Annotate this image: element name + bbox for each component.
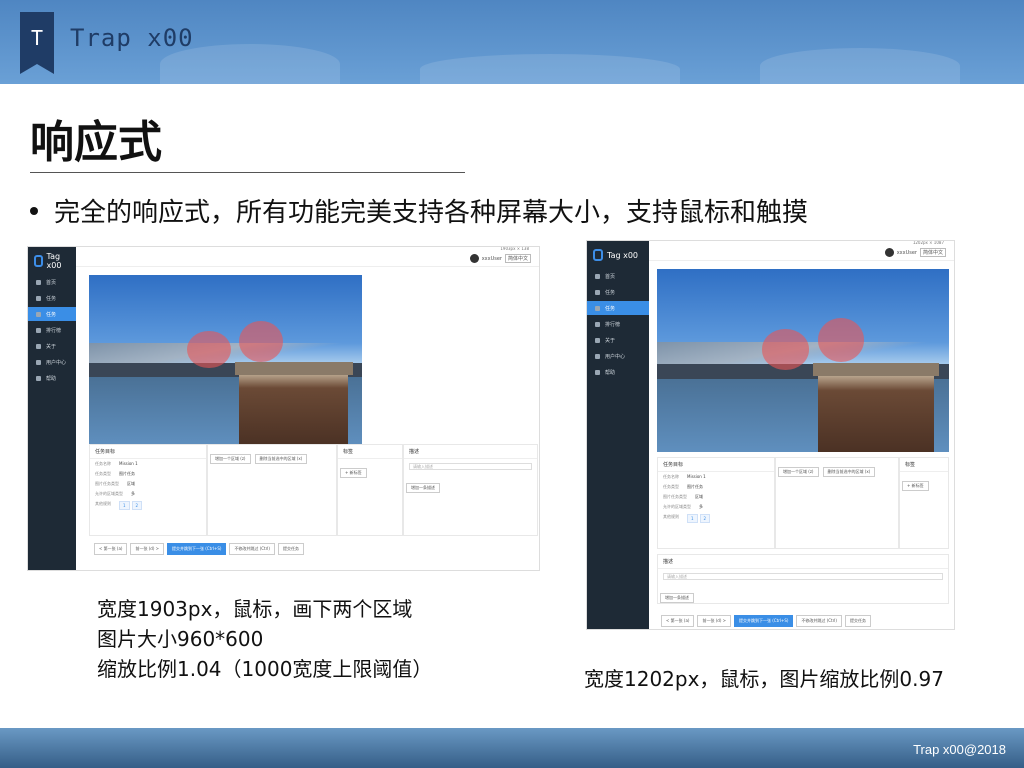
screenshot-narrow: Tag x00 首页 任务 任务 排行榜 关于 用户中心 帮助 1202px ×… — [586, 240, 955, 630]
action-bar: < 第一张 (a) 前一张 (d) > 提交并跳到下一张 (Ctrl+S) 不修… — [94, 543, 304, 555]
menu-item[interactable]: 用户中心 — [28, 355, 76, 369]
user-menu[interactable]: xxxUser 简体中文 — [469, 254, 531, 263]
add-tag-button[interactable]: + 新标签 — [902, 481, 929, 491]
task-icon — [36, 295, 41, 301]
about-icon — [36, 343, 41, 349]
bullet-point: 完全的响应式，所有功能完美支持各种屏幕大小，支持鼠标和触摸 — [30, 192, 808, 229]
submit-task-button[interactable]: 提交任务 — [277, 543, 304, 555]
menu-item[interactable]: 首页 — [28, 275, 76, 289]
menu-item[interactable]: 用户中心 — [587, 349, 649, 363]
delete-region-button[interactable]: 删除当前选中的区域 (x) — [254, 454, 308, 464]
add-desc-button[interactable]: 增加一条描述 — [406, 483, 440, 493]
screenshot-wide: Tag x00 首页 任务 任务 排行榜 关于 用户中心 帮助 1903px ×… — [27, 246, 540, 571]
help-icon — [595, 369, 600, 375]
left-caption-line: 图片大小960*600 — [97, 627, 264, 651]
about-icon — [595, 337, 600, 343]
resolution-readout: 1202px × 1087 — [912, 240, 944, 245]
tag-panel: 标签 + 新标签 — [899, 457, 949, 549]
app-topnav: 1903px × 138 xxxUser 简体中文 — [76, 247, 539, 267]
language-select[interactable]: 简体中文 — [504, 254, 531, 263]
user-menu[interactable]: xxxUser 简体中文 — [884, 248, 946, 257]
tag-panel: 标签 + 新标签 — [337, 444, 403, 536]
menu-item[interactable]: 任务 — [587, 285, 649, 299]
user-icon — [595, 353, 600, 359]
task-image[interactable] — [657, 269, 949, 452]
add-tag-button[interactable]: + 新标签 — [340, 468, 367, 478]
menu-item[interactable]: 帮助 — [587, 365, 649, 379]
region-annotation[interactable] — [239, 320, 283, 362]
avatar — [469, 254, 479, 263]
left-caption-line: 宽度1903px，鼠标，画下两个区域 — [97, 597, 413, 621]
submit-next-button[interactable]: 提交并跳到下一张 (Ctrl+S) — [734, 615, 794, 627]
region-panel: 增加一个区域 (z) 删除当前选中的区域 (x) — [207, 444, 337, 536]
info-panel: 任务目标 任务名称 Mission 1 任务类型 图片任务 图片任务类型 区域 允许的… — [657, 457, 775, 549]
footer-text: Trap x00@2018 — [913, 742, 1006, 757]
title-divider — [30, 172, 465, 173]
menu-item[interactable]: 关于 — [587, 333, 649, 347]
app-logo: Tag x00 — [34, 252, 70, 270]
add-desc-button[interactable]: 增加一条描述 — [660, 593, 694, 603]
skip-button[interactable]: 不修改并跳过 (Ctrl) — [796, 615, 842, 627]
slide: T Trap x00 响应式 完全的响应式，所有功能完美支持各种屏幕大小，支持鼠… — [0, 0, 1024, 768]
info-panel: 任务目标 任务名称 Mission 1 任务类型 图片任务 图片任务类型 区域 允许的… — [89, 444, 207, 536]
app-logo: Tag x00 — [593, 247, 643, 263]
desc-panel: 描述 请输入描述 增加一条描述 — [657, 554, 949, 604]
prev-button[interactable]: 前一张 (d) > — [697, 615, 732, 627]
language-select[interactable]: 简体中文 — [919, 248, 946, 257]
region-annotation[interactable] — [762, 329, 809, 370]
skip-button[interactable]: 不修改并跳过 (Ctrl) — [229, 543, 275, 555]
desc-input[interactable]: 请输入描述 — [663, 573, 943, 580]
task-icon — [36, 311, 41, 317]
task-image[interactable] — [89, 275, 362, 445]
resolution-readout: 1903px × 138 — [500, 246, 529, 251]
menu-item[interactable]: 排行榜 — [587, 317, 649, 331]
first-button[interactable]: < 第一张 (a) — [661, 615, 695, 627]
task-icon — [595, 305, 600, 311]
left-caption-line: 缩放比例1.04（1000宽度上限阈值） — [97, 657, 433, 681]
bullet-dot — [30, 206, 38, 215]
submit-task-button[interactable]: 提交任务 — [844, 615, 871, 627]
menu-item-active[interactable]: 任务 — [587, 301, 649, 315]
region-panel: 增加一个区域 (z) 删除当前选中的区域 (x) — [775, 457, 899, 549]
footer-bar: Trap x00@2018 — [0, 728, 1024, 768]
task-icon — [595, 289, 600, 295]
action-bar: < 第一张 (a) 前一张 (d) > 提交并跳到下一张 (Ctrl+S) 不修… — [661, 615, 871, 627]
app-sidebar: Tag x00 首页 任务 任务 排行榜 关于 用户中心 帮助 — [587, 241, 649, 629]
desc-panel: 描述 请输入描述 增加一条描述 — [403, 444, 538, 536]
menu-item[interactable]: 首页 — [587, 269, 649, 283]
menu-item[interactable]: 帮助 — [28, 371, 76, 385]
bullet-text: 完全的响应式，所有功能完美支持各种屏幕大小，支持鼠标和触摸 — [54, 198, 809, 228]
header-bar: T Trap x00 — [0, 0, 1024, 84]
delete-region-button[interactable]: 删除当前选中的区域 (x) — [822, 467, 876, 477]
desc-input[interactable]: 请输入描述 — [409, 463, 532, 470]
home-icon — [36, 279, 41, 285]
slide-title: 响应式 — [30, 117, 162, 168]
menu-item[interactable]: 任务 — [28, 291, 76, 305]
home-icon — [595, 273, 600, 279]
avatar — [884, 248, 894, 257]
add-region-button[interactable]: 增加一个区域 (z) — [210, 454, 251, 464]
app-sidebar: Tag x00 首页 任务 任务 排行榜 关于 用户中心 帮助 — [28, 247, 76, 570]
ranking-icon — [595, 321, 600, 327]
user-icon — [36, 359, 41, 365]
logo-letter: T — [30, 26, 44, 50]
left-caption: 宽度1903px，鼠标，画下两个区域 图片大小960*600 缩放比例1.04（… — [97, 594, 432, 684]
menu-item-active[interactable]: 任务 — [28, 307, 76, 321]
menu-item[interactable]: 排行榜 — [28, 323, 76, 337]
brand-name: Trap x00 — [70, 24, 194, 52]
add-region-button[interactable]: 增加一个区域 (z) — [778, 467, 819, 477]
help-icon — [36, 375, 41, 381]
ranking-icon — [36, 327, 41, 333]
app-topnav: 1202px × 1087 xxxUser 简体中文 — [649, 241, 954, 261]
menu-item[interactable]: 关于 — [28, 339, 76, 353]
logo-badge: T — [20, 12, 54, 74]
right-caption: 宽度1202px，鼠标，图片缩放比例0.97 — [584, 667, 944, 691]
submit-next-button[interactable]: 提交并跳到下一张 (Ctrl+S) — [167, 543, 227, 555]
prev-button[interactable]: 前一张 (d) > — [130, 543, 165, 555]
first-button[interactable]: < 第一张 (a) — [94, 543, 128, 555]
